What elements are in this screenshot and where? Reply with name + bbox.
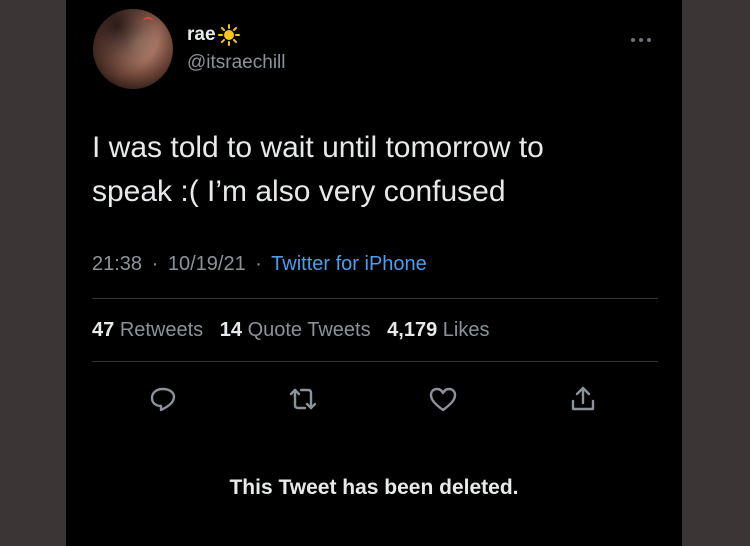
avatar-accent xyxy=(143,17,153,25)
quotes-count: 14 xyxy=(219,319,242,341)
avatar[interactable] xyxy=(93,9,173,89)
avatar-hair xyxy=(93,9,173,89)
name-row: rae xyxy=(187,24,240,46)
tweet-source-link[interactable]: Twitter for iPhone xyxy=(271,253,427,275)
left-background xyxy=(0,0,66,546)
reply-icon[interactable] xyxy=(147,383,179,415)
tweet-text-line-1: I was told to wait until tomorrow to xyxy=(92,131,544,164)
right-background xyxy=(682,0,750,546)
divider xyxy=(92,298,658,299)
heart-icon[interactable] xyxy=(427,383,459,415)
tweet-actions xyxy=(92,375,658,421)
more-icon[interactable] xyxy=(630,30,652,42)
share-icon[interactable] xyxy=(567,383,599,415)
tweet-stats: 47 Retweets 14 Quote Tweets 4,179 Likes xyxy=(92,319,501,342)
quotes-stat[interactable]: 14 Quote Tweets xyxy=(220,319,376,341)
user-handle[interactable]: @itsraechill xyxy=(187,52,285,74)
retweets-stat[interactable]: 47 Retweets xyxy=(92,319,209,341)
tweet-meta: 21:38 · 10/19/21 · Twitter for iPhone xyxy=(92,253,427,276)
tweet-panel: rae @itsraechill I was told to wait unti… xyxy=(66,0,682,546)
tweet-text: I was told to wait until tomorrow to spe… xyxy=(92,126,652,214)
tweet-text-line-2: speak :( I’m also very confused xyxy=(92,175,506,208)
sun-icon xyxy=(217,24,240,46)
divider xyxy=(92,361,658,362)
likes-label: Likes xyxy=(442,319,490,341)
quotes-label: Quote Tweets xyxy=(247,319,371,341)
retweet-icon[interactable] xyxy=(287,383,319,415)
likes-count: 4,179 xyxy=(387,319,438,341)
display-name[interactable]: rae xyxy=(187,24,216,46)
deleted-notice: This Tweet has been deleted. xyxy=(229,476,519,499)
tweet-date[interactable]: 10/19/21 xyxy=(168,253,246,275)
meta-separator: · xyxy=(255,253,262,275)
likes-stat[interactable]: 4,179 Likes xyxy=(387,319,489,341)
retweets-label: Retweets xyxy=(119,319,204,341)
retweets-count: 47 xyxy=(92,319,115,341)
tweet-time[interactable]: 21:38 xyxy=(92,253,142,275)
meta-separator: · xyxy=(151,253,159,275)
